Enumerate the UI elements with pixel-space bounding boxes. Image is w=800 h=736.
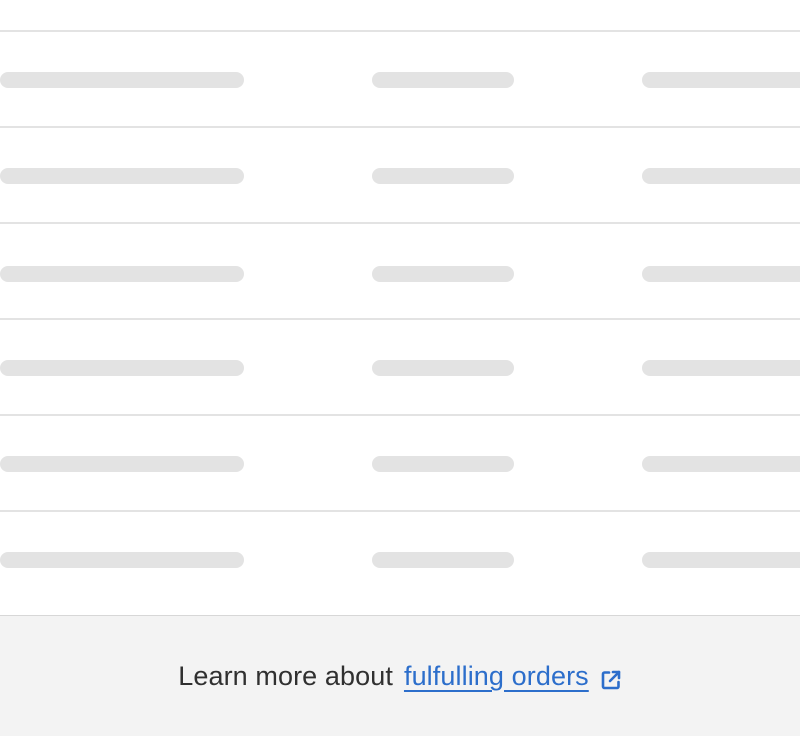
skeleton-cell [372, 168, 514, 184]
footer-help: Learn more about fulfulling orders [0, 617, 800, 736]
skeleton-cell [642, 552, 800, 568]
skeleton-cell [372, 72, 514, 88]
skeleton-cell [372, 456, 514, 472]
skeleton-cell [0, 72, 244, 88]
skeleton-cell [372, 266, 514, 282]
footer-help-text: Learn more about fulfulling orders [178, 661, 622, 692]
table-row-skeleton [0, 224, 800, 320]
skeleton-cell [642, 168, 800, 184]
skeleton-cell [0, 456, 244, 472]
skeleton-cell [0, 360, 244, 376]
fulfilling-orders-link[interactable]: fulfulling orders [404, 661, 589, 692]
skeleton-cell [642, 456, 800, 472]
skeleton-cell [642, 266, 800, 282]
external-link-icon[interactable] [600, 667, 622, 689]
orders-table [0, 0, 800, 616]
table-row-skeleton [0, 320, 800, 416]
footer-help-prefix: Learn more about [178, 661, 393, 691]
skeleton-cell [372, 360, 514, 376]
skeleton-cell [372, 552, 514, 568]
skeleton-cell [642, 72, 800, 88]
skeleton-cell [642, 360, 800, 376]
table-row-skeleton [0, 416, 800, 512]
skeleton-cell [0, 552, 244, 568]
skeleton-cell [0, 266, 244, 282]
skeleton-cell [0, 168, 244, 184]
table-row-skeleton [0, 512, 800, 616]
table-row-skeleton [0, 32, 800, 128]
table-row-skeleton [0, 128, 800, 224]
